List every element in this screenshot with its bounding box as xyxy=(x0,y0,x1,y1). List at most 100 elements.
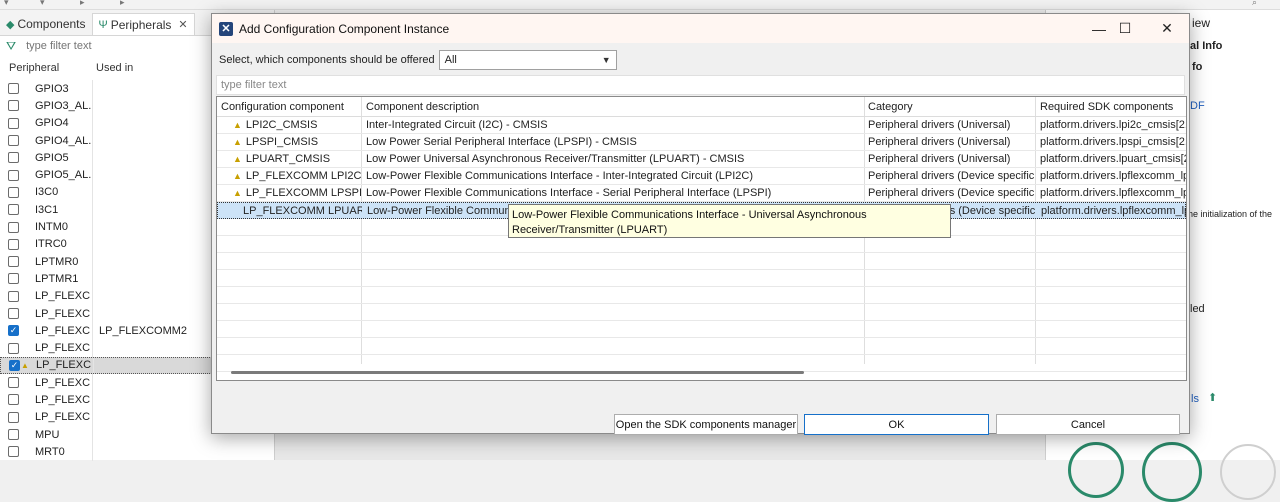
column-header-used-in[interactable]: Used in xyxy=(92,62,133,74)
component-sdk: platform.drivers.lpi2c_cmsis[2.2 xyxy=(1040,119,1187,131)
column-divider xyxy=(92,322,93,340)
close-icon[interactable]: ✕ xyxy=(178,18,187,31)
ok-button[interactable]: OK xyxy=(804,414,989,435)
component-sdk: platform.drivers.lpflexcomm_lp xyxy=(1041,205,1187,217)
peripheral-checkbox[interactable] xyxy=(8,186,19,198)
component-name: LP_FLEXCOMM LPI2C xyxy=(245,170,361,182)
peripheral-checkbox[interactable] xyxy=(8,238,19,250)
peripheral-checkbox[interactable] xyxy=(8,152,19,164)
open-sdk-manager-button[interactable]: Open the SDK components manager xyxy=(614,414,798,435)
dialog-title: Add Configuration Component Instance xyxy=(239,21,450,36)
filter-input[interactable] xyxy=(26,40,227,52)
peripheral-name: INTM0 xyxy=(35,221,68,234)
component-category: Peripheral drivers (Universal) xyxy=(868,136,1011,148)
component-description: Inter-Integrated Circuit (I2C) - CMSIS xyxy=(366,119,548,131)
component-name: LP_FLEXCOMM LPUART xyxy=(243,205,362,217)
component-category: Peripheral drivers (Universal) xyxy=(868,119,1011,131)
peripheral-checkbox[interactable] xyxy=(8,429,19,441)
peripheral-row[interactable]: MRT0 xyxy=(0,443,274,461)
cancel-button[interactable]: Cancel xyxy=(996,414,1180,435)
component-row[interactable]: ▲ LPUART_CMSIS Low Power Universal Asynchr… xyxy=(217,151,1186,168)
column-divider xyxy=(93,357,94,374)
component-table: Configuration component Component descri… xyxy=(216,96,1187,381)
peripheral-name: LP_FLEXC... xyxy=(35,411,91,424)
peripheral-checkbox[interactable] xyxy=(8,290,19,302)
toolbar-icon[interactable]: ▾ xyxy=(40,0,45,8)
empty-row xyxy=(217,236,1186,253)
component-row[interactable]: ▲ LP_FLEXCOMM LPSPI Low-Power Flexible Com… xyxy=(217,185,1186,202)
column-divider xyxy=(92,425,93,444)
peripheral-checkbox[interactable] xyxy=(8,256,19,268)
column-divider xyxy=(92,304,93,323)
filter-icon[interactable]: ⛛ xyxy=(6,39,16,54)
peripheral-checkbox[interactable]: ✓ xyxy=(9,359,20,371)
tab-label: Peripherals xyxy=(110,17,172,32)
column-divider xyxy=(92,80,93,98)
maximize-icon[interactable]: ☐ xyxy=(1102,14,1148,43)
peripheral-checkbox[interactable] xyxy=(8,377,19,389)
peripheral-checkbox[interactable] xyxy=(8,411,19,423)
column-divider xyxy=(92,183,93,202)
tool-circle-icon[interactable] xyxy=(1142,442,1202,502)
warning-icon: ▲ xyxy=(233,137,242,147)
column-header-description[interactable]: Component description xyxy=(366,101,479,113)
peripheral-checkbox[interactable] xyxy=(8,273,19,285)
peripheral-name: LP_FLEXC... xyxy=(35,290,91,303)
info-link[interactable]: DF xyxy=(1190,100,1205,112)
peripheral-checkbox[interactable] xyxy=(8,169,19,181)
toolbar-icon[interactable]: ▾ xyxy=(4,0,9,8)
component-table-header: Configuration component Component descri… xyxy=(217,97,1186,117)
column-header-sdk[interactable]: Required SDK components xyxy=(1040,101,1173,113)
warning-icon: ▲ xyxy=(21,360,29,370)
peripheral-used-in: LP_FLEXCOMM2 xyxy=(99,324,188,337)
peripheral-checkbox[interactable] xyxy=(8,100,19,112)
tools-icon[interactable]: ⬆ xyxy=(1208,391,1217,404)
peripheral-name: LP_FLEXC... xyxy=(36,359,92,372)
tab-peripherals[interactable]: Ψ Peripherals ✕ xyxy=(91,13,195,35)
peripheral-checkbox[interactable]: ✓ xyxy=(8,325,19,337)
peripheral-checkbox[interactable] xyxy=(8,117,19,129)
column-divider xyxy=(92,339,93,357)
components-icon: ◆ xyxy=(6,18,15,31)
offer-select[interactable]: All ▼ xyxy=(438,50,617,70)
tool-circle-icon[interactable] xyxy=(1068,442,1124,498)
component-row[interactable]: ▲ LPSPI_CMSIS Low Power Serial Peripheral … xyxy=(217,134,1186,151)
toolbar-icon[interactable]: ▸ xyxy=(80,0,85,8)
tool-circle-icon[interactable] xyxy=(1220,444,1276,500)
empty-row xyxy=(217,253,1186,270)
search-icon[interactable]: ⌕ xyxy=(1252,0,1257,8)
peripheral-checkbox[interactable] xyxy=(8,308,19,319)
peripheral-checkbox[interactable] xyxy=(8,394,19,406)
column-header-component[interactable]: Configuration component xyxy=(221,101,344,113)
offer-row: Select, which components should be offer… xyxy=(219,50,617,70)
column-header-category[interactable]: Category xyxy=(868,101,913,113)
chevron-down-icon: ▼ xyxy=(601,55,611,65)
info-link[interactable]: ls xyxy=(1191,393,1199,405)
component-category: Peripheral drivers (Universal) xyxy=(868,153,1011,165)
peripheral-name: LPTMR0 xyxy=(35,255,79,268)
peripheral-name: LP_FLEXC... xyxy=(35,324,91,337)
column-header-peripheral[interactable]: Peripheral xyxy=(0,62,92,74)
peripheral-checkbox[interactable] xyxy=(8,204,19,216)
peripheral-checkbox[interactable] xyxy=(8,342,19,354)
horizontal-scrollbar[interactable] xyxy=(231,371,804,374)
column-divider xyxy=(92,218,93,236)
view-tab-fragment[interactable]: iew xyxy=(1192,16,1210,30)
component-filter-input[interactable]: type filter text xyxy=(216,75,1185,95)
peripheral-name: GPIO3_AL... xyxy=(35,99,91,112)
tab-label: Components xyxy=(17,17,86,31)
filter-placeholder: type filter text xyxy=(221,79,287,91)
tab-components[interactable]: ◆ Components xyxy=(0,13,92,35)
component-row[interactable]: ▲ LP_FLEXCOMM LPI2C Low-Power Flexible Com… xyxy=(217,168,1186,185)
close-icon[interactable]: ✕ xyxy=(1144,14,1190,43)
main-toolbar: ▾ ▾ ▸ ▸ ⌕ xyxy=(0,0,1280,10)
peripheral-checkbox[interactable] xyxy=(8,83,19,95)
peripheral-checkbox[interactable] xyxy=(8,446,19,458)
peripheral-checkbox[interactable] xyxy=(8,221,19,233)
component-row[interactable]: ▲ LPI2C_CMSIS Inter-Integrated Circuit (I2… xyxy=(217,117,1186,134)
peripheral-name: LP_FLEXC... xyxy=(35,393,91,406)
peripheral-name: MRT0 xyxy=(35,445,65,458)
peripheral-checkbox[interactable] xyxy=(8,135,19,147)
tooltip: Low-Power Flexible Communications Interf… xyxy=(508,204,951,238)
toolbar-icon[interactable]: ▸ xyxy=(120,0,125,8)
